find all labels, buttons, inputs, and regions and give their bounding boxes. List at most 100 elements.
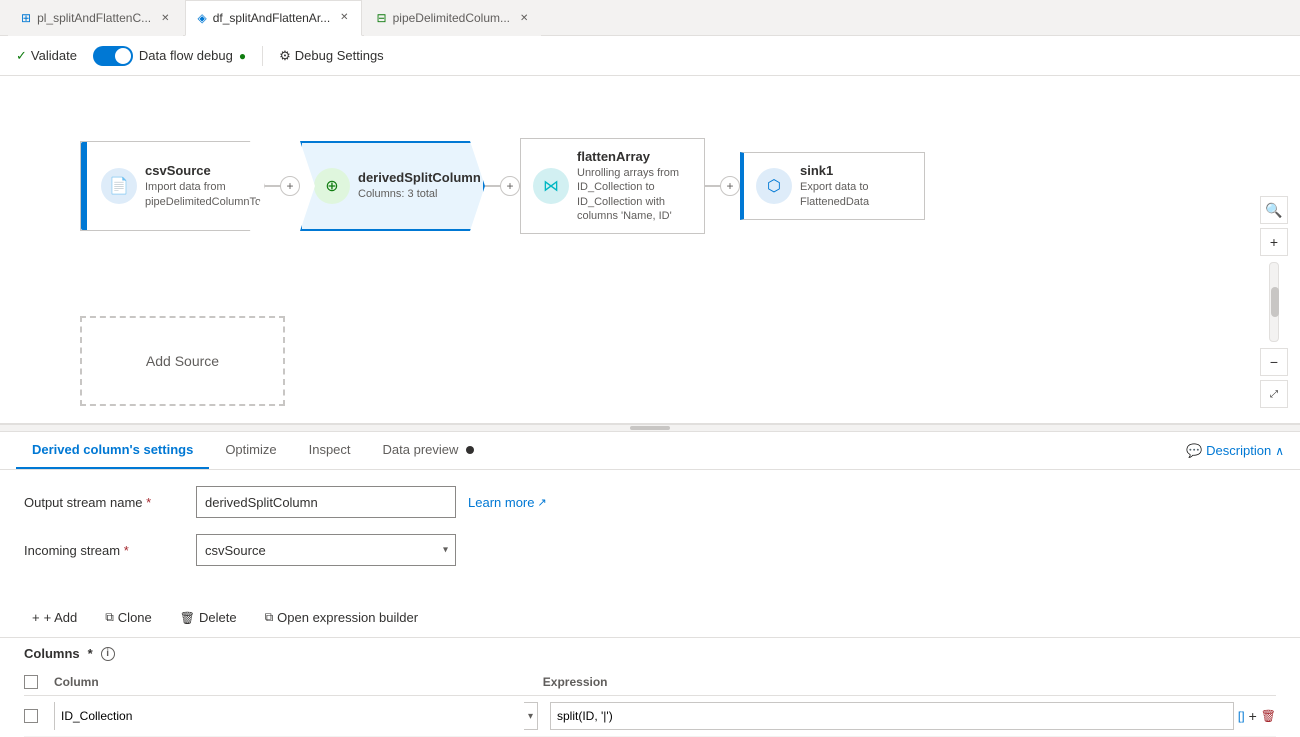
flatten-icon-bg: ⋈ (533, 168, 569, 204)
debug-label: Data flow debug (139, 48, 233, 63)
node-sink-card[interactable]: ⬡ sink1 Export data to FlattenedData (740, 152, 925, 220)
zoom-in-button[interactable]: + (1260, 228, 1288, 256)
debug-toggle[interactable]: Data flow debug ● (93, 46, 246, 66)
column-dropdown-arrow[interactable]: ▾ (524, 711, 537, 722)
incoming-stream-select-wrap: csvSource ▾ (196, 534, 456, 566)
node-sink[interactable]: ⬡ sink1 Export data to FlattenedData (740, 152, 925, 220)
add-column-button[interactable]: + + Add (24, 606, 85, 629)
node-sink-title: sink1 (800, 163, 912, 178)
toolbar: ✓ Validate Data flow debug ● ⚙ Debug Set… (0, 36, 1300, 76)
checkbox-row-0[interactable] (24, 709, 38, 723)
node-derived[interactable]: ⊕ derivedSplitColumn Columns: 3 total + (300, 141, 510, 231)
column-name-input[interactable] (55, 702, 524, 730)
grid-icon: ⊞ (21, 11, 31, 25)
learn-more-label: Learn more (468, 495, 534, 510)
tab-pipe[interactable]: ⊟ pipeDelimitedColum... ✕ (364, 0, 542, 36)
panel-divider[interactable] (0, 424, 1300, 432)
search-canvas-button[interactable]: 🔍 (1260, 196, 1288, 224)
node-derived-text: derivedSplitColumn Columns: 3 total (358, 170, 471, 201)
expr-delete-button[interactable]: 🗑 (1261, 709, 1276, 723)
tab-df-label: df_splitAndFlattenAr... (213, 11, 330, 25)
incoming-stream-select[interactable]: csvSource (196, 534, 456, 566)
columns-table-header: Column Expression (24, 669, 1276, 696)
tab-derived-settings[interactable]: Derived column's settings (16, 432, 209, 469)
checkbox-all[interactable] (24, 675, 38, 689)
sink-icon: ⬡ (767, 176, 781, 196)
debug-settings-label: Debug Settings (295, 48, 384, 63)
clone-button[interactable]: ⧉ Clone (97, 606, 160, 629)
node-flatten-desc: Unrolling arrays from ID_Collection to I… (577, 166, 692, 223)
expr-add-button[interactable]: + (1249, 708, 1257, 724)
derived-icon: ⊕ (325, 176, 338, 196)
expression-wrap: [] + 🗑 (550, 702, 1276, 730)
delete-button[interactable]: 🗑 Delete (172, 606, 245, 629)
fit-canvas-button[interactable]: ⤢ (1260, 380, 1288, 408)
tab-inspect-label: Inspect (309, 442, 351, 457)
node-flatten-title: flattenArray (577, 149, 692, 164)
learn-more-link[interactable]: Learn more ↗ (468, 495, 547, 510)
node-flatten-card[interactable]: ⋈ flattenArray Unrolling arrays from ID_… (520, 138, 705, 234)
tab-df-close[interactable]: ✕ (340, 12, 348, 23)
connector-plus-3[interactable]: + (720, 176, 740, 196)
tab-data-preview-label: Data preview (383, 442, 459, 457)
col-header-expression-label: Expression (543, 675, 608, 689)
settings-panel: Derived column's settings Optimize Inspe… (0, 432, 1300, 737)
tab-pl[interactable]: ⊞ pl_splitAndFlattenC... ✕ (8, 0, 183, 36)
pipeline-canvas: 📄 csvSource Import data from pipeDelimit… (0, 76, 1300, 424)
settings-tab-list: Derived column's settings Optimize Inspe… (16, 432, 490, 469)
debug-settings-button[interactable]: ⚙ Debug Settings (279, 48, 384, 64)
tab-optimize[interactable]: Optimize (209, 432, 292, 469)
add-source-box[interactable]: Add Source (80, 316, 285, 406)
expr-icon: ⧉ (265, 610, 274, 625)
data-preview-dot (466, 446, 474, 454)
columns-section: Columns * i Column Expression (0, 638, 1300, 737)
expr-bracket-button[interactable]: [] (1238, 709, 1245, 723)
csv-icon-bg: 📄 (101, 168, 137, 204)
node-derived-title: derivedSplitColumn (358, 170, 471, 185)
output-stream-row: Output stream name * Learn more ↗ (24, 486, 1276, 518)
zoom-out-button[interactable]: − (1260, 348, 1288, 376)
expression-input[interactable] (550, 702, 1234, 730)
node-sink-desc: Export data to FlattenedData (800, 180, 912, 209)
description-label: Description (1206, 443, 1271, 458)
flatten-icon: ⋈ (543, 176, 559, 196)
toggle-thumb (115, 48, 131, 64)
add-source-label: Add Source (146, 353, 219, 369)
col-check-all (24, 675, 54, 689)
pipeline-nodes: 📄 csvSource Import data from pipeDelimit… (0, 76, 1300, 296)
zoom-thumb (1271, 287, 1279, 317)
toggle-track[interactable] (93, 46, 133, 66)
tab-bar: ⊞ pl_splitAndFlattenC... ✕ ◈ df_splitAnd… (0, 0, 1300, 36)
info-icon[interactable]: i (101, 647, 115, 661)
description-button[interactable]: 💬 Description ∧ (1186, 443, 1284, 459)
validate-button[interactable]: ✓ Validate (16, 48, 77, 64)
dataflow-icon: ◈ (198, 11, 207, 25)
settings-content: Output stream name * Learn more ↗ Incomi… (0, 470, 1300, 598)
incoming-stream-row: Incoming stream * csvSource ▾ (24, 534, 1276, 566)
zoom-scrollbar[interactable] (1269, 262, 1279, 342)
connector-plus-2[interactable]: + (500, 176, 520, 196)
delete-icon: 🗑 (180, 611, 195, 625)
node-flatten[interactable]: ⋈ flattenArray Unrolling arrays from ID_… (520, 138, 730, 234)
col-row-check (24, 709, 54, 723)
node-sink-text: sink1 Export data to FlattenedData (800, 163, 912, 209)
divider-handle (630, 426, 670, 430)
tab-data-preview[interactable]: Data preview (367, 432, 491, 469)
node-csvsource[interactable]: 📄 csvSource Import data from pipeDelimit… (80, 141, 290, 231)
tab-df[interactable]: ◈ df_splitAndFlattenAr... ✕ (185, 0, 362, 36)
chevron-up-icon: ∧ (1275, 444, 1284, 458)
col-row-expression: [] + 🗑 (550, 702, 1276, 730)
tab-inspect[interactable]: Inspect (293, 432, 367, 469)
add-label: + Add (44, 610, 78, 625)
connector-1: + (265, 141, 290, 231)
open-expr-builder-button[interactable]: ⧉ Open expression builder (257, 606, 427, 629)
canvas-controls: 🔍 + − ⤢ (1260, 196, 1288, 408)
connector-plus-1[interactable]: + (280, 176, 300, 196)
external-link-icon: ↗ (537, 496, 546, 509)
plus-icon: + (32, 610, 40, 625)
tab-pipe-close[interactable]: ✕ (520, 13, 528, 24)
tab-pl-close[interactable]: ✕ (161, 13, 169, 24)
sink-icon-bg: ⬡ (756, 168, 792, 204)
delete-label: Delete (199, 610, 237, 625)
output-stream-input[interactable] (196, 486, 456, 518)
